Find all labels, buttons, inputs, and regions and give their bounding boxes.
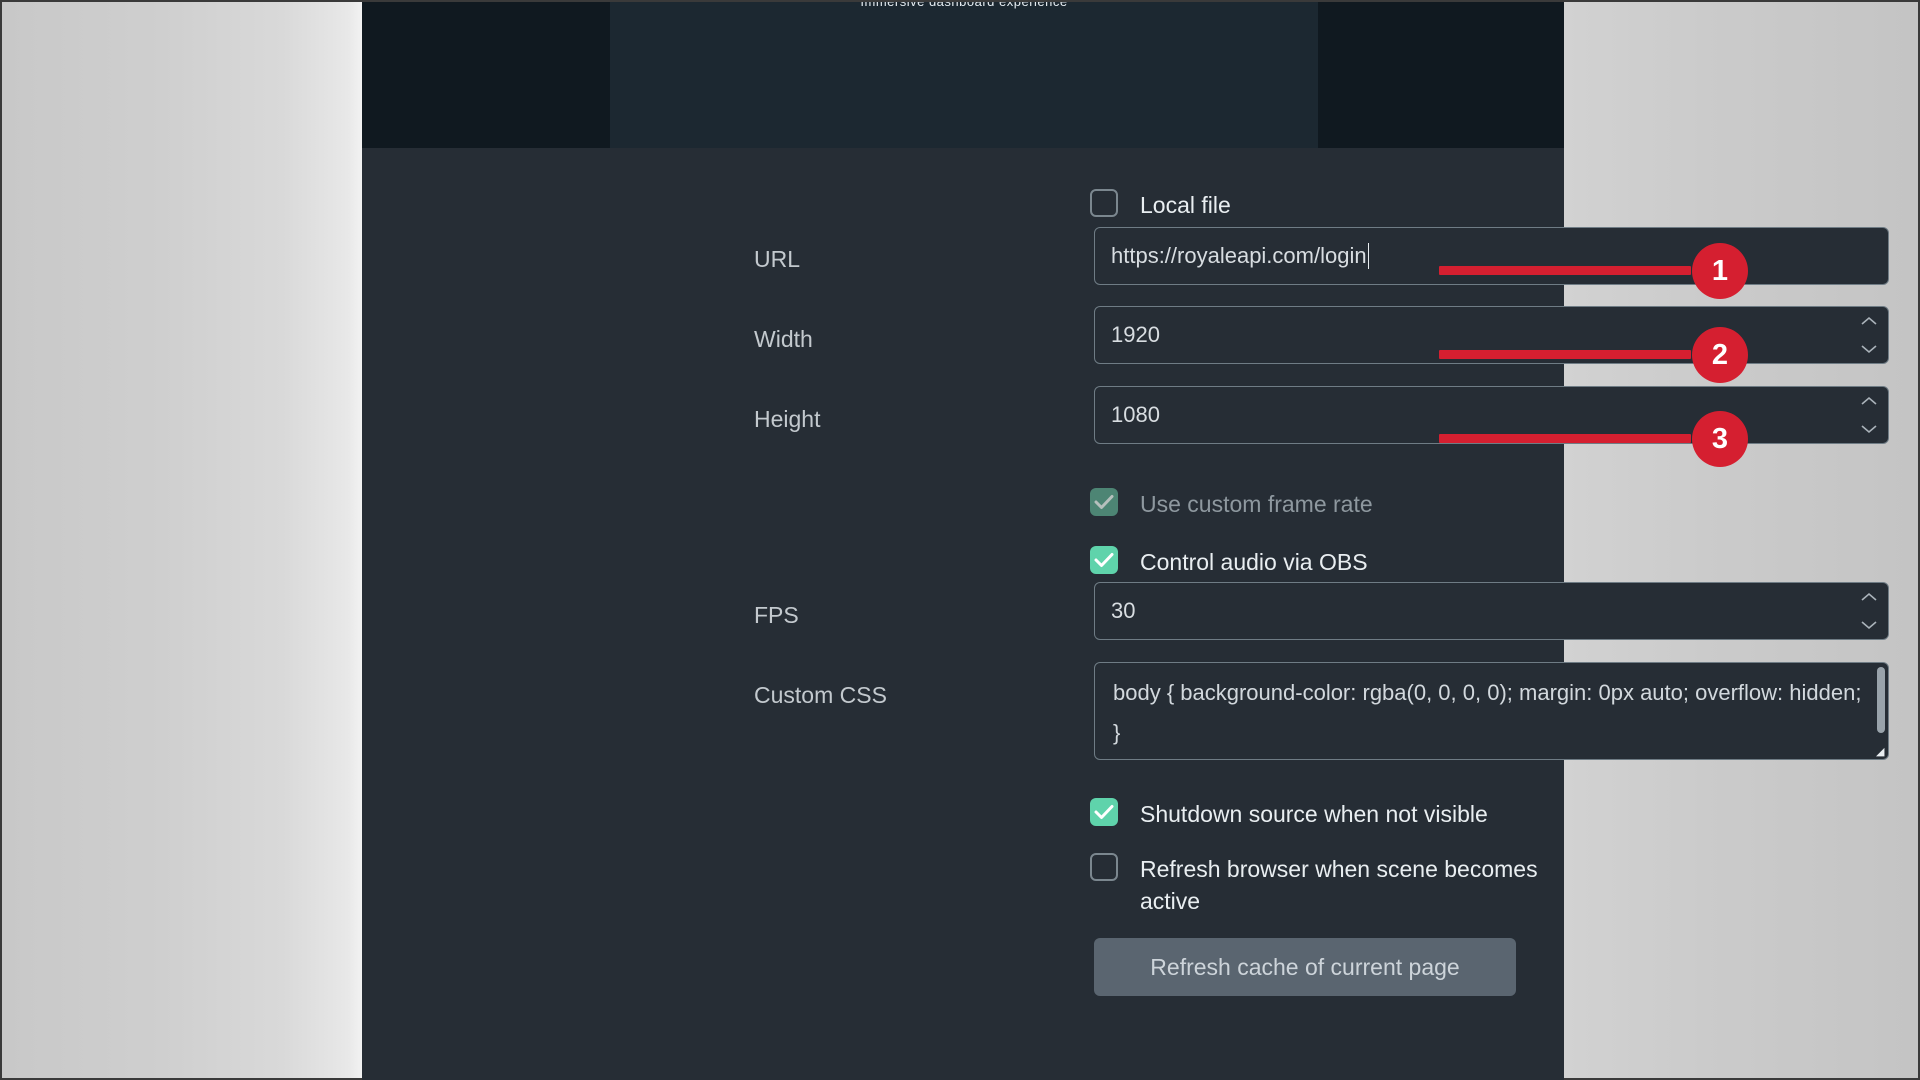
chevron-up-icon[interactable] [1859,591,1879,603]
desktop-background-right [1560,2,1918,1078]
annotation-badge-2: 2 [1692,327,1748,383]
chevron-down-icon[interactable] [1859,343,1879,355]
width-label: Width [754,326,813,352]
chevron-up-icon[interactable] [1859,315,1879,327]
annotation-badge-1: 1 [1692,243,1748,299]
annotation-line-3 [1439,434,1691,443]
url-label: URL [754,246,801,272]
width-input-value: 1920 [1111,322,1160,347]
use-custom-frame-rate-row[interactable]: Use custom frame rate [1090,488,1373,520]
browser-source-properties-panel: Immersive dashboard experience Local fil… [362,2,1889,1080]
shutdown-source-row[interactable]: Shutdown source when not visible [1090,798,1488,830]
text-cursor [1367,243,1369,269]
url-input-value: https://royaleapi.com/login [1111,243,1367,268]
use-custom-frame-rate-checkbox[interactable] [1090,488,1118,516]
annotation-line-1 [1439,266,1691,275]
desktop-background-left [2,2,362,1078]
refresh-browser-row[interactable]: Refresh browser when scene becomes activ… [1090,853,1538,917]
preview-clipped-text: Immersive dashboard experience [610,2,1318,9]
fps-input-value: 30 [1111,598,1136,623]
fps-label: FPS [754,602,799,628]
control-audio-checkbox[interactable] [1090,546,1118,574]
control-audio-label: Control audio via OBS [1140,549,1368,575]
check-icon [1094,805,1114,819]
use-custom-frame-rate-label: Use custom frame rate [1140,491,1373,517]
control-audio-row[interactable]: Control audio via OBS [1090,546,1368,578]
screenshot-root: Immersive dashboard experience Local fil… [0,0,1920,1080]
height-label: Height [754,406,821,432]
source-preview-viewport: Immersive dashboard experience [610,2,1318,148]
fps-spinner[interactable] [1858,591,1880,631]
custom-css-scrollbar[interactable] [1877,667,1885,733]
height-spinner[interactable] [1858,395,1880,435]
check-icon [1094,495,1114,509]
local-file-label: Local file [1140,192,1231,218]
annotation-line-2 [1439,350,1691,359]
shutdown-source-checkbox[interactable] [1090,798,1118,826]
check-icon [1094,553,1114,567]
url-input[interactable]: https://royaleapi.com/login [1094,227,1889,285]
refresh-browser-label: Refresh browser when scene becomes activ… [1140,856,1538,914]
resize-grip-icon[interactable]: ◢ [1876,747,1886,758]
chevron-down-icon[interactable] [1859,619,1879,631]
annotation-badge-3: 3 [1692,411,1748,467]
fps-input[interactable]: 30 [1094,582,1889,640]
local-file-row[interactable]: Local file [1090,189,1231,221]
height-input-value: 1080 [1111,402,1160,427]
refresh-cache-button[interactable]: Refresh cache of current page [1094,938,1516,996]
local-file-checkbox[interactable] [1090,189,1118,217]
custom-css-textarea[interactable]: body { background-color: rgba(0, 0, 0, 0… [1094,662,1889,760]
width-spinner[interactable] [1858,315,1880,355]
custom-css-value: body { background-color: rgba(0, 0, 0, 0… [1113,680,1862,745]
source-preview: Immersive dashboard experience [362,2,1564,148]
chevron-down-icon[interactable] [1859,423,1879,435]
custom-css-label: Custom CSS [754,682,887,708]
refresh-browser-checkbox[interactable] [1090,853,1118,881]
chevron-up-icon[interactable] [1859,395,1879,407]
shutdown-source-label: Shutdown source when not visible [1140,801,1488,827]
